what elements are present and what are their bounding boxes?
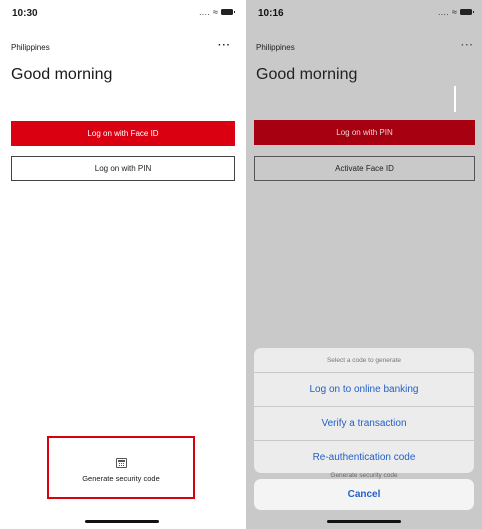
battery-icon [460,9,474,15]
region-label: Philippines [11,43,50,52]
battery-icon [221,9,235,15]
signal-icon: .... [438,7,450,17]
signal-icon: .... [199,7,211,17]
greeting-title: Good morning [11,66,113,83]
activate-face-id-button[interactable]: Activate Face ID [254,156,475,181]
obscured-generate-label: Generate security code [330,472,398,479]
logon-pin-button[interactable]: Log on with PIN [254,120,475,145]
right-phone-screen: 10:16 .... ≈ Philippines ··· Good mornin… [246,0,482,529]
status-icons: .... ≈ [199,7,235,17]
home-indicator [327,520,401,523]
status-time: 10:30 [12,8,38,19]
status-time: 10:16 [258,8,284,19]
wifi-icon: ≈ [213,7,218,17]
option-verify-transaction[interactable]: Verify a transaction [254,407,474,441]
text-cursor [454,86,456,112]
logon-face-id-button[interactable]: Log on with Face ID [11,121,235,146]
home-indicator [84,520,159,523]
logon-pin-button[interactable]: Log on with PIN [11,156,235,181]
action-sheet: Select a code to generate Log on to onli… [254,348,474,473]
left-phone-screen: 10:30 .... ≈ Philippines ··· Good mornin… [0,0,243,529]
calculator-icon[interactable] [116,458,127,468]
wifi-icon: ≈ [452,7,457,17]
cancel-button[interactable]: Cancel [254,479,474,510]
more-options-icon[interactable]: ··· [461,40,474,51]
more-options-icon[interactable]: ··· [218,40,231,51]
option-online-banking[interactable]: Log on to online banking [254,373,474,407]
action-sheet-title: Select a code to generate [254,348,474,373]
option-reauthentication-code[interactable]: Re-authentication code [254,441,474,473]
region-label: Philippines [256,43,295,52]
status-icons: .... ≈ [438,7,474,17]
generate-security-code-button[interactable]: Generate security code [47,474,195,483]
greeting-title: Good morning [256,66,358,83]
